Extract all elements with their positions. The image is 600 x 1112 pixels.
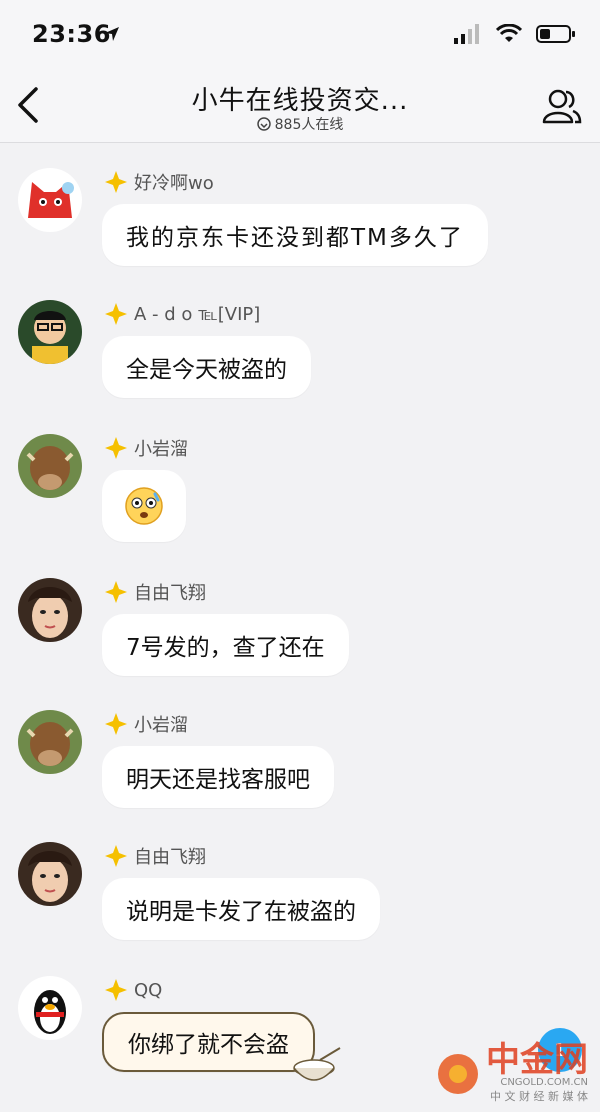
sender-row: A - d o ℡[VIP]: [104, 300, 260, 328]
watermark-slogan: 中 文 财 经 新 媒 体: [490, 1090, 588, 1103]
battery-icon: [536, 25, 575, 43]
fox-avatar-icon: [18, 168, 82, 232]
avatar[interactable]: [18, 842, 82, 906]
sender-name: 自由飞翔: [134, 847, 206, 868]
sender-row: QQ: [104, 976, 162, 1004]
message-text: 7号发的，查了还在: [126, 635, 325, 661]
anxious-face-emoji-icon: [125, 487, 163, 525]
status-icons: [454, 24, 576, 44]
rice-bowl-sticker-icon: [293, 1047, 341, 1081]
message-bubble[interactable]: 你绑了就不会盗: [102, 1012, 315, 1072]
cartoon-man-avatar-icon: [18, 300, 82, 364]
avatar[interactable]: [18, 168, 82, 232]
watermark: 中金网 CNGOLD.COM.CN 中 文 财 经 新 媒 体: [436, 1043, 588, 1104]
sender-name: 小岩溜: [134, 439, 188, 460]
star-badge-icon: [105, 303, 127, 325]
woman-avatar-icon: [18, 842, 82, 906]
status-time: 23:36: [32, 20, 111, 48]
sender-row: 好冷啊wo: [104, 168, 214, 196]
online-count-label: 885人在线: [274, 117, 344, 133]
star-badge-icon: [105, 437, 127, 459]
cow-avatar-icon: [18, 434, 82, 498]
star-badge-icon: [105, 171, 127, 193]
sender-name: A - d o: [134, 303, 193, 325]
watermark-brand: 中金网: [486, 1040, 588, 1080]
avatar[interactable]: [18, 300, 82, 364]
message-bubble[interactable]: 说明是卡发了在被盗的: [102, 878, 380, 940]
wifi-icon: [496, 24, 522, 42]
message-bubble[interactable]: 全是今天被盗的: [102, 336, 311, 398]
location-arrow-icon: [105, 27, 119, 41]
star-badge-icon: [105, 713, 127, 735]
avatar[interactable]: [18, 976, 82, 1040]
star-badge-icon: [105, 979, 127, 1001]
message-bubble[interactable]: 明天还是找客服吧: [102, 746, 334, 808]
cow-avatar-icon: [18, 710, 82, 774]
avatar[interactable]: [18, 710, 82, 774]
sender-row: 自由飞翔: [104, 842, 206, 870]
sender-badge: ℡[VIP]: [198, 303, 261, 325]
star-badge-icon: [105, 845, 127, 867]
group-members-button[interactable]: [540, 84, 584, 128]
woman-avatar-icon: [18, 578, 82, 642]
sender-row: 自由飞翔: [104, 578, 206, 606]
group-title[interactable]: 小牛在线投资交...: [0, 80, 600, 117]
message-bubble[interactable]: 我的京东卡还没到都TM多久了: [102, 204, 488, 266]
star-badge-icon: [105, 581, 127, 603]
sender-name: QQ: [134, 979, 163, 1001]
online-status-icon: [256, 117, 271, 131]
sender-name: 自由飞翔: [134, 583, 206, 604]
message-text: 你绑了就不会盗: [128, 1032, 289, 1058]
message-text: 我的京东卡还没到都TM多久了: [126, 225, 464, 251]
sender-name: 好冷啊wo: [134, 173, 214, 194]
sender-row: 小岩溜: [104, 710, 188, 738]
message-bubble[interactable]: 7号发的，查了还在: [102, 614, 349, 676]
message-text: 全是今天被盗的: [126, 357, 287, 383]
status-bar: 23:36: [0, 0, 600, 70]
message-text: 说明是卡发了在被盗的: [126, 899, 356, 925]
people-icon: [542, 89, 582, 124]
penguin-avatar-icon: [18, 976, 82, 1040]
message-text: 明天还是找客服吧: [126, 767, 310, 793]
avatar[interactable]: [18, 578, 82, 642]
online-count: 885人在线: [0, 114, 600, 134]
chat-header: 小牛在线投资交... 885人在线: [0, 70, 600, 143]
sender-name: 小岩溜: [134, 715, 188, 736]
message-bubble[interactable]: [102, 470, 186, 542]
cngold-logo-icon: [438, 1053, 478, 1094]
signal-icon: [454, 24, 479, 44]
sender-row: 小岩溜: [104, 434, 188, 462]
avatar[interactable]: [18, 434, 82, 498]
